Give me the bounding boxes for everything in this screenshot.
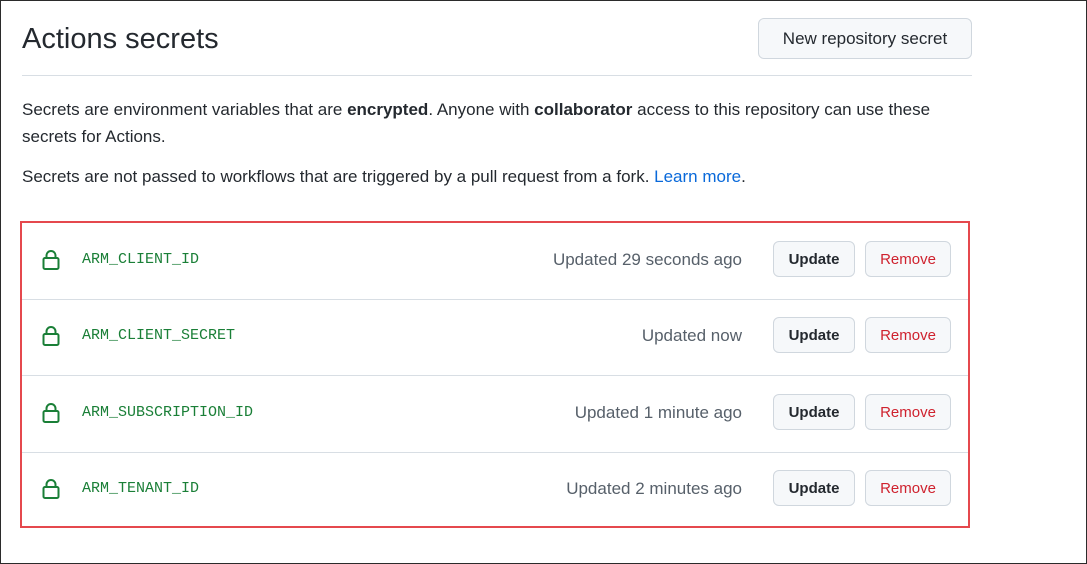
lock-icon — [42, 326, 60, 346]
update-secret-button[interactable]: Update — [773, 470, 855, 506]
secret-row: ARM_TENANT_ID Updated 2 minutes ago Upda… — [22, 452, 968, 529]
secret-name: ARM_SUBSCRIPTION_ID — [82, 404, 254, 421]
lock-icon — [42, 250, 60, 270]
secret-row: ARM_CLIENT_ID Updated 29 seconds ago Upd… — [22, 223, 968, 300]
secret-updated-time: Updated now — [641, 326, 742, 345]
description-bold-encrypted: encrypted — [347, 100, 429, 119]
lock-icon — [42, 479, 60, 499]
secret-row: ARM_SUBSCRIPTION_ID Updated 1 minute ago… — [22, 376, 968, 453]
fork-notice-text: Secrets are not passed to workflows that… — [22, 167, 655, 186]
secrets-page: Actions secrets New repository secret Se… — [22, 0, 972, 186]
secret-row: ARM_CLIENT_SECRET Updated now Update Rem… — [22, 299, 968, 376]
fork-notice-end: . — [741, 167, 746, 186]
update-secret-button[interactable]: Update — [773, 241, 855, 277]
remove-secret-button[interactable]: Remove — [865, 317, 951, 353]
page-title: Actions secrets — [22, 23, 219, 55]
remove-secret-button[interactable]: Remove — [865, 241, 951, 277]
update-secret-button[interactable]: Update — [773, 317, 855, 353]
lock-icon — [42, 403, 60, 423]
fork-notice: Secrets are not passed to workflows that… — [22, 163, 746, 190]
page-header: Actions secrets New repository secret — [22, 0, 972, 76]
remove-secret-button[interactable]: Remove — [865, 394, 951, 430]
secret-updated-time: Updated 1 minute ago — [574, 403, 742, 422]
secret-name: ARM_TENANT_ID — [82, 480, 200, 497]
learn-more-link[interactable]: Learn more — [654, 167, 741, 186]
secret-name: ARM_CLIENT_ID — [82, 251, 200, 268]
secret-updated-time: Updated 29 seconds ago — [552, 250, 742, 269]
description-bold-collaborator: collaborator — [534, 100, 633, 119]
secret-name: ARM_CLIENT_SECRET — [82, 327, 236, 344]
secrets-description: Secrets are environment variables that a… — [22, 96, 962, 150]
secrets-list: ARM_CLIENT_ID Updated 29 seconds ago Upd… — [20, 221, 970, 528]
new-repository-secret-button[interactable]: New repository secret — [758, 18, 972, 59]
description-text: . Anyone with — [428, 100, 535, 119]
remove-secret-button[interactable]: Remove — [865, 470, 951, 506]
update-secret-button[interactable]: Update — [773, 394, 855, 430]
description-text: Secrets are environment variables that a… — [22, 100, 348, 119]
secret-updated-time: Updated 2 minutes ago — [566, 479, 742, 498]
